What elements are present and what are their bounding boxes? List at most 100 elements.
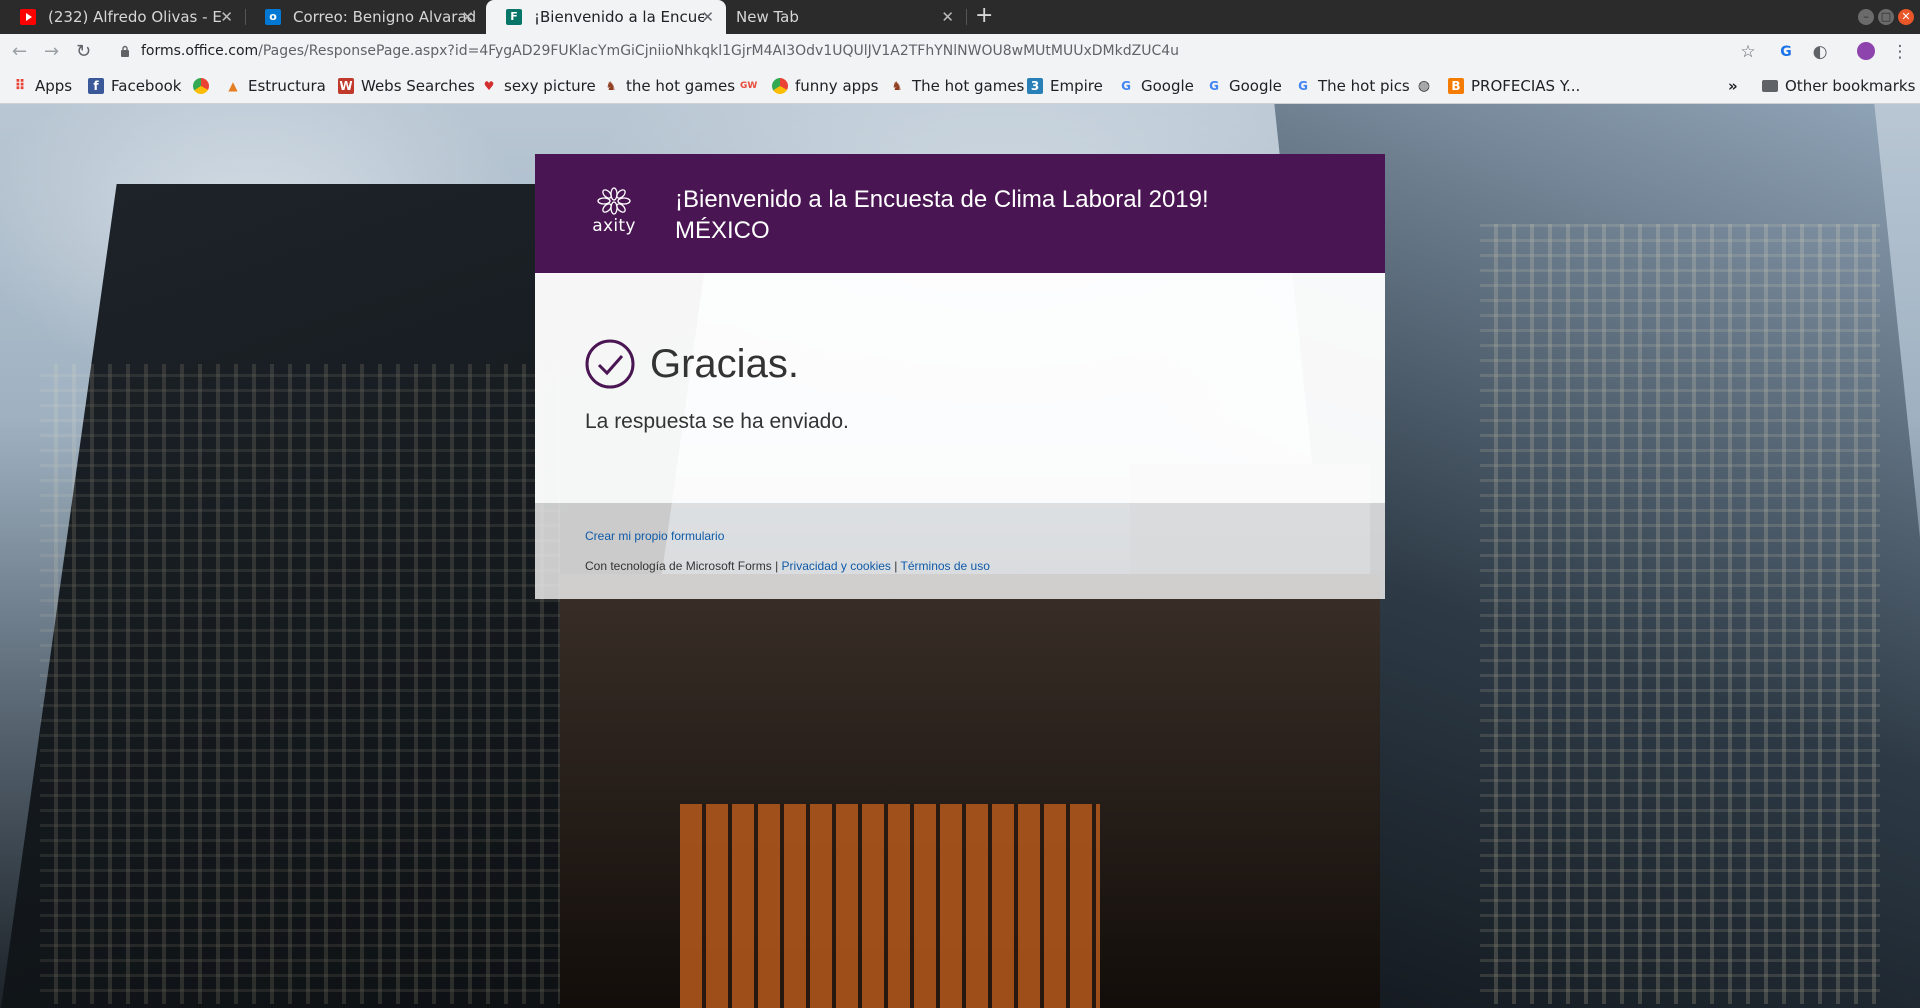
apps-grid-icon: ⠿	[14, 78, 26, 94]
facebook-icon: f	[88, 78, 104, 94]
bookmark-the-hot-pics[interactable]: G The hot pics	[1295, 76, 1410, 96]
footer-separator: |	[894, 559, 898, 573]
tab-title: New Tab	[736, 8, 799, 26]
building-copper-facade	[680, 804, 1100, 1008]
bookmark-facebook[interactable]: f Facebook	[88, 76, 181, 96]
axity-logo: axity	[591, 186, 637, 236]
bookmark-the-hot-games[interactable]: ♞ the hot games	[603, 76, 735, 96]
bookmark-label: the hot games	[626, 77, 736, 95]
building-windows	[40, 364, 560, 1004]
other-bookmarks[interactable]: Other bookmarks	[1762, 76, 1915, 96]
bookmark-empire[interactable]: 3 Empire	[1027, 76, 1103, 96]
extension-icon[interactable]: ◐	[1810, 42, 1830, 62]
globe-icon: ◍	[1417, 78, 1431, 94]
minimize-button[interactable]: –	[1858, 9, 1874, 25]
menu-icon[interactable]: ⋮	[1890, 42, 1910, 62]
url-path: /Pages/ResponsePage.aspx?id=4FygAD29FUKl…	[258, 43, 1180, 59]
youtube-icon	[20, 9, 36, 25]
bookmark-estructura[interactable]: ▲ Estructura	[225, 76, 326, 96]
bookmark-label: funny apps	[795, 77, 879, 95]
address-bar[interactable]: forms.office.com/Pages/ResponsePage.aspx…	[141, 43, 1179, 59]
other-bookmarks-label: Other bookmarks	[1785, 77, 1916, 95]
bookmark-label: The hot pics	[1318, 77, 1410, 95]
building-windows	[1480, 224, 1880, 1004]
brand-name: axity	[592, 216, 636, 236]
close-icon[interactable]: ✕	[701, 9, 714, 25]
thanks-heading: Gracias.	[650, 342, 799, 386]
form-title-line2: MÉXICO	[675, 217, 770, 244]
close-icon[interactable]: ✕	[461, 9, 474, 25]
bookmark-funny-apps[interactable]: funny apps	[772, 76, 879, 96]
pma-icon: ▲	[228, 79, 238, 93]
new-tab-button[interactable]: +	[975, 5, 993, 27]
translate-icon[interactable]: G	[1776, 42, 1796, 62]
close-icon[interactable]: ✕	[220, 9, 233, 25]
bookmark-label: Estructura	[248, 77, 326, 95]
tab-separator	[966, 9, 967, 25]
privacy-link[interactable]: Privacidad y cookies	[782, 559, 891, 573]
bookmarks-overflow-button[interactable]: »	[1728, 76, 1738, 96]
tab-forms[interactable]: F ¡Bienvenido a la Encuesta ✕	[486, 0, 726, 34]
chrome-icon	[193, 78, 209, 94]
axity-flower-icon	[597, 187, 631, 215]
google-icon: G	[1121, 79, 1131, 93]
checkmark-circle-icon	[585, 339, 635, 389]
w-icon: W	[338, 78, 354, 94]
form-footer: Crear mi propio formulario Con tecnologí…	[535, 503, 1385, 599]
star-icon[interactable]: ☆	[1738, 42, 1758, 62]
tab-strip: (232) Alfredo Olivas - E ✕ o Correo: Ben…	[0, 0, 1920, 34]
back-button[interactable]: ←	[12, 41, 27, 63]
reload-button[interactable]: ↻	[76, 41, 91, 63]
tab-youtube[interactable]: (232) Alfredo Olivas - E ✕	[0, 0, 245, 34]
tab-new[interactable]: New Tab ✕	[726, 0, 966, 34]
empire-icon: 3	[1027, 78, 1043, 94]
bookmark-gw[interactable]: GW	[740, 76, 763, 96]
browser-toolbar: ← → ↻ forms.office.com/Pages/ResponsePag…	[0, 34, 1920, 70]
powered-by: Con tecnología de Microsoft Forms | Priv…	[585, 559, 990, 573]
maximize-button[interactable]: □	[1878, 9, 1894, 25]
bookmark-label: The hot games	[912, 77, 1025, 95]
bookmark-label: Facebook	[111, 77, 182, 95]
bookmark-label: sexy picture	[504, 77, 596, 95]
bookmark-globe[interactable]: ◍	[1416, 76, 1439, 96]
bookmark-chrome[interactable]	[193, 76, 216, 96]
url-host: forms.office.com	[141, 43, 259, 59]
confirmation-panel: Gracias. La respuesta se ha enviado.	[535, 273, 1385, 503]
pin-icon: ♥	[483, 79, 495, 93]
response-sent-message: La respuesta se ha enviado.	[585, 410, 849, 433]
create-form-link[interactable]: Crear mi propio formulario	[585, 529, 724, 543]
game-icon: ♞	[605, 79, 617, 93]
bookmark-apps[interactable]: ⠿ Apps	[12, 76, 73, 96]
lock-icon	[121, 45, 129, 57]
outlook-icon: o	[265, 9, 281, 25]
forward-button[interactable]: →	[44, 41, 59, 63]
tab-outlook[interactable]: o Correo: Benigno Alvarado ✕	[245, 0, 486, 34]
bookmark-the-hot-games-2[interactable]: ♞ The hot games	[889, 76, 1025, 96]
close-icon[interactable]: ✕	[941, 9, 954, 25]
terms-link[interactable]: Términos de uso	[901, 559, 990, 573]
tab-title: (232) Alfredo Olivas - E	[48, 8, 222, 26]
form-header: axity ¡Bienvenido a la Encuesta de Clima…	[535, 154, 1385, 273]
bookmark-google[interactable]: G Google	[1118, 76, 1194, 96]
bookmark-webs-searches[interactable]: W Webs Searches	[338, 76, 475, 96]
gw-icon: GW	[740, 81, 758, 91]
bookmark-google-2[interactable]: G Google	[1206, 76, 1282, 96]
profile-avatar[interactable]	[1856, 42, 1876, 62]
tab-title: ¡Bienvenido a la Encuesta	[534, 8, 704, 26]
chrome-icon	[772, 78, 788, 94]
google-icon: G	[1209, 79, 1219, 93]
tab-title: Correo: Benigno Alvarado	[293, 8, 475, 26]
bookmark-sexy-picture[interactable]: ♥ sexy picture	[481, 76, 596, 96]
bookmark-label: PROFECIAS Y...	[1471, 77, 1581, 95]
bookmark-label: Apps	[35, 77, 73, 95]
bookmark-profecias[interactable]: B PROFECIAS Y...	[1448, 76, 1580, 96]
forms-icon: F	[506, 9, 522, 25]
form-title-line1: ¡Bienvenido a la Encuesta de Clima Labor…	[675, 186, 1209, 213]
folder-icon	[1762, 80, 1778, 92]
bookmark-label: Google	[1141, 77, 1194, 95]
close-window-button[interactable]: ✕	[1898, 9, 1914, 25]
blogger-icon: B	[1448, 78, 1464, 94]
bookmark-label: Empire	[1050, 77, 1103, 95]
bookmark-label: Google	[1229, 77, 1282, 95]
form-title: ¡Bienvenido a la Encuesta de Clima Labor…	[675, 184, 1209, 246]
